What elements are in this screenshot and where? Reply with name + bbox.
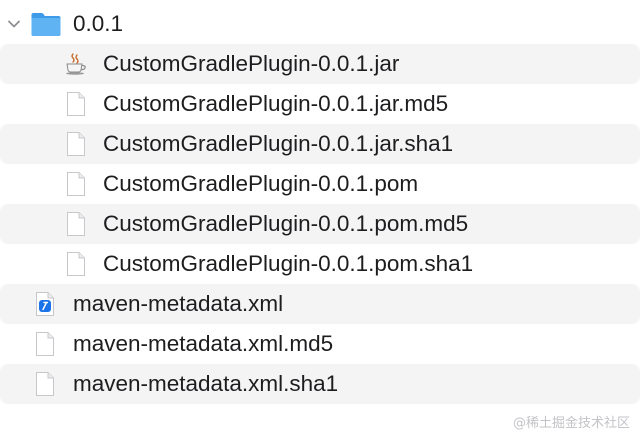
file-list: 0.0.1 CustomGradlePlugin-0.0.1.jar Custo…	[0, 4, 640, 404]
folder-name: 0.0.1	[73, 11, 124, 36]
document-icon	[62, 130, 90, 158]
file-name: CustomGradlePlugin-0.0.1.pom	[103, 171, 419, 196]
document-icon	[62, 90, 90, 118]
list-item[interactable]: CustomGradlePlugin-0.0.1.jar.md5	[0, 84, 640, 124]
folder-row-0-0-1[interactable]: 0.0.1	[0, 4, 640, 44]
file-name: maven-metadata.xml.sha1	[73, 371, 339, 396]
file-name: CustomGradlePlugin-0.0.1.jar.md5	[103, 91, 449, 116]
document-icon	[62, 250, 90, 278]
document-icon	[62, 170, 90, 198]
java-jar-icon	[62, 50, 90, 78]
watermark: @稀土掘金技术社区	[512, 416, 630, 431]
xcode-xml-icon	[31, 290, 59, 318]
file-name: CustomGradlePlugin-0.0.1.jar	[103, 51, 400, 76]
file-name: CustomGradlePlugin-0.0.1.pom.sha1	[103, 251, 474, 276]
document-icon	[31, 370, 59, 398]
list-item[interactable]: CustomGradlePlugin-0.0.1.pom.md5	[0, 204, 640, 244]
list-item[interactable]: maven-metadata.xml.md5	[0, 324, 640, 364]
file-name: CustomGradlePlugin-0.0.1.pom.md5	[103, 211, 469, 236]
document-icon	[62, 210, 90, 238]
folder-icon	[30, 10, 62, 38]
chevron-down-icon[interactable]	[6, 16, 22, 32]
list-item[interactable]: maven-metadata.xml	[0, 284, 640, 324]
list-item[interactable]: CustomGradlePlugin-0.0.1.jar.sha1	[0, 124, 640, 164]
document-icon	[31, 330, 59, 358]
list-item[interactable]: CustomGradlePlugin-0.0.1.jar	[0, 44, 640, 84]
list-item[interactable]: CustomGradlePlugin-0.0.1.pom.sha1	[0, 244, 640, 284]
file-name: maven-metadata.xml.md5	[73, 331, 334, 356]
file-name: maven-metadata.xml	[73, 291, 284, 316]
list-item[interactable]: CustomGradlePlugin-0.0.1.pom	[0, 164, 640, 204]
list-item[interactable]: maven-metadata.xml.sha1	[0, 364, 640, 404]
file-name: CustomGradlePlugin-0.0.1.jar.sha1	[103, 131, 454, 156]
